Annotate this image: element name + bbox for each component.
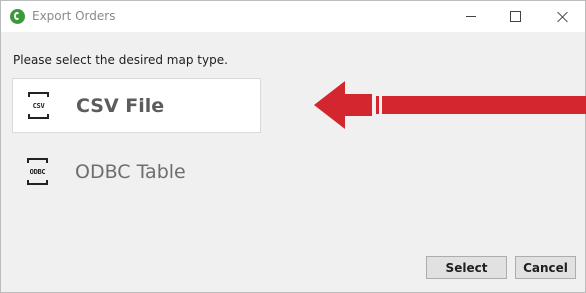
cancel-button[interactable]: Cancel — [515, 256, 576, 279]
arrow-gap-segment — [376, 96, 379, 114]
instruction-text: Please select the desired map type. — [13, 53, 228, 67]
option-odbc-table[interactable]: ODBC ODBC Table — [12, 144, 261, 199]
close-button[interactable] — [540, 1, 585, 32]
app-logo-icon — [10, 9, 25, 24]
close-icon — [557, 11, 569, 23]
csv-file-icon: CSV — [28, 92, 49, 119]
maximize-button[interactable] — [493, 1, 538, 32]
maximize-icon — [510, 11, 521, 22]
red-arrow-icon — [314, 81, 586, 129]
title-bar[interactable]: Export Orders — [1, 1, 585, 32]
option-csv-file[interactable]: CSV CSV File — [12, 78, 261, 133]
minimize-button[interactable] — [448, 1, 493, 32]
arrow-head — [314, 81, 372, 129]
option-label-odbc: ODBC Table — [75, 160, 186, 183]
export-orders-dialog: Export Orders Please select the desired … — [0, 0, 586, 293]
csv-icon-text: CSV — [32, 101, 45, 110]
minimize-icon — [465, 16, 476, 17]
option-label-csv: CSV File — [76, 94, 165, 117]
odbc-icon-text: ODBC — [29, 167, 46, 176]
select-button[interactable]: Select — [426, 256, 507, 279]
window-title: Export Orders — [32, 9, 116, 23]
arrow-tail — [382, 96, 586, 114]
odbc-table-icon: ODBC — [27, 158, 48, 185]
